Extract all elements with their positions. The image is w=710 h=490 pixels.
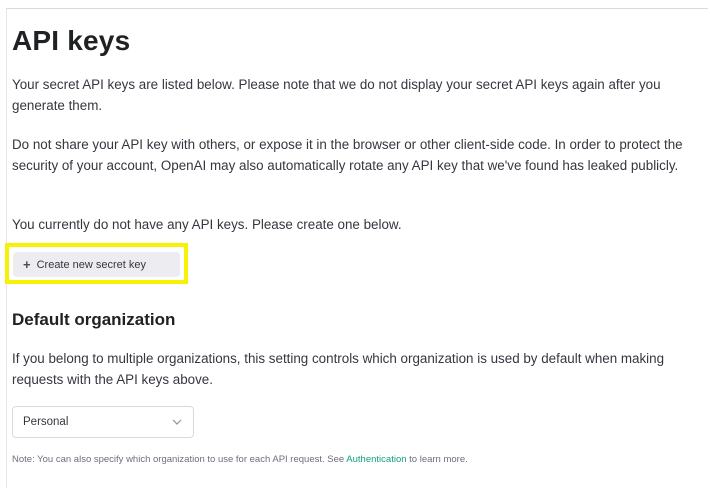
page-title: API keys xyxy=(12,25,131,56)
organization-select-value: Personal xyxy=(23,416,69,428)
chevron-down-icon xyxy=(171,416,183,428)
intro-text: Your secret API keys are listed below. P… xyxy=(12,77,661,113)
note-text-after: to learn more. xyxy=(406,454,468,465)
note-text-before: Note: You can also specify which organiz… xyxy=(12,454,347,465)
authentication-link[interactable]: Authentication xyxy=(346,454,406,465)
organization-select[interactable]: Personal xyxy=(12,406,194,438)
security-warning-text: Do not share your API key with others, o… xyxy=(12,137,683,173)
plus-icon: + xyxy=(23,257,31,272)
create-new-secret-key-button[interactable]: + Create new secret key xyxy=(13,252,180,277)
empty-state-text: You currently do not have any API keys. … xyxy=(12,217,402,232)
default-organization-description: If you belong to multiple organizations,… xyxy=(12,351,665,387)
organization-note: Note: You can also specify which organiz… xyxy=(12,453,468,467)
create-button-label: Create new secret key xyxy=(36,258,147,271)
default-organization-heading: Default organization xyxy=(12,310,176,329)
